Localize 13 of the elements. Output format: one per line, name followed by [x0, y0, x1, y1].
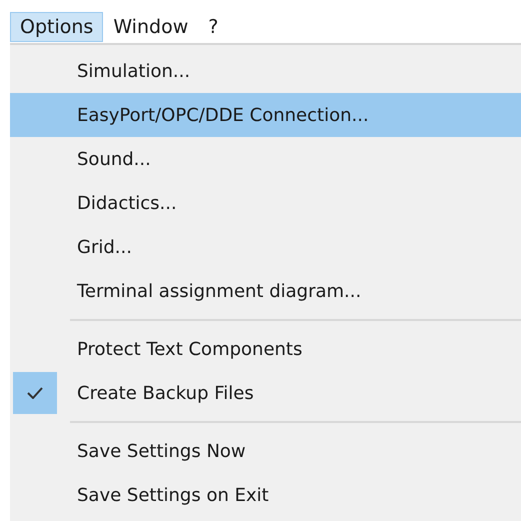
- menu-item[interactable]: Didactics...: [10, 181, 521, 225]
- menu-bar-item[interactable]: Window: [103, 12, 198, 42]
- menu-item[interactable]: Protect Text Components: [10, 327, 521, 371]
- menu-item[interactable]: EasyPort/OPC/DDE Connection...: [10, 93, 521, 137]
- menu-item[interactable]: Create Backup Files: [10, 371, 521, 415]
- menu-item[interactable]: Sound...: [10, 137, 521, 181]
- menu-item[interactable]: Save Settings on Exit: [10, 473, 521, 517]
- menu-item[interactable]: Grid...: [10, 225, 521, 269]
- menu-item[interactable]: Save Settings Now: [10, 429, 521, 473]
- menu-bar-item[interactable]: Options: [10, 12, 104, 42]
- menu-bar-item[interactable]: ?: [198, 12, 228, 42]
- menu-item[interactable]: Simulation...: [10, 49, 521, 93]
- menu-item[interactable]: Terminal assignment diagram...: [10, 269, 521, 313]
